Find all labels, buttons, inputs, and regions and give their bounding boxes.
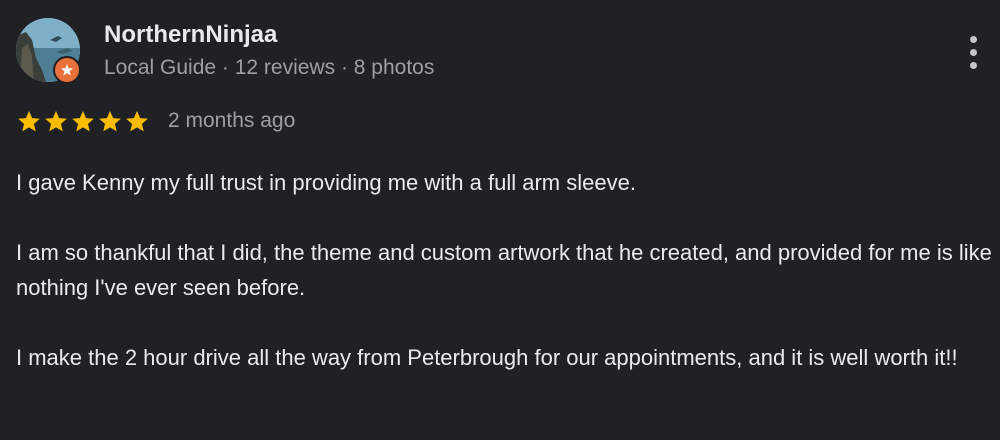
review-paragraph: I gave Kenny my full trust in providing … <box>16 170 636 195</box>
more-vert-icon-dot <box>969 48 977 56</box>
star-icon <box>126 110 148 132</box>
star-icon <box>72 110 94 132</box>
star-icon <box>45 110 67 132</box>
local-guide-badge-icon <box>53 56 81 84</box>
more-vert-icon <box>969 35 977 43</box>
star-icon <box>18 110 40 132</box>
review-time: 2 months ago <box>168 109 296 132</box>
review-text: I gave Kenny my full trust in providing … <box>16 165 996 375</box>
more-vert-icon-dot <box>969 61 977 69</box>
star-icon <box>99 110 121 132</box>
reviewer-name[interactable]: NorthernNinjaa <box>104 21 277 49</box>
review-paragraph: I make the 2 hour drive all the way from… <box>16 345 958 370</box>
reviewer-meta: Local Guide · 12 reviews · 8 photos <box>104 56 435 79</box>
star-rating <box>16 107 150 137</box>
more-options-button[interactable] <box>958 30 988 74</box>
review-paragraph: I am so thankful that I did, the theme a… <box>16 240 992 300</box>
review-card: NorthernNinjaa Local Guide · 12 reviews … <box>0 0 1000 440</box>
